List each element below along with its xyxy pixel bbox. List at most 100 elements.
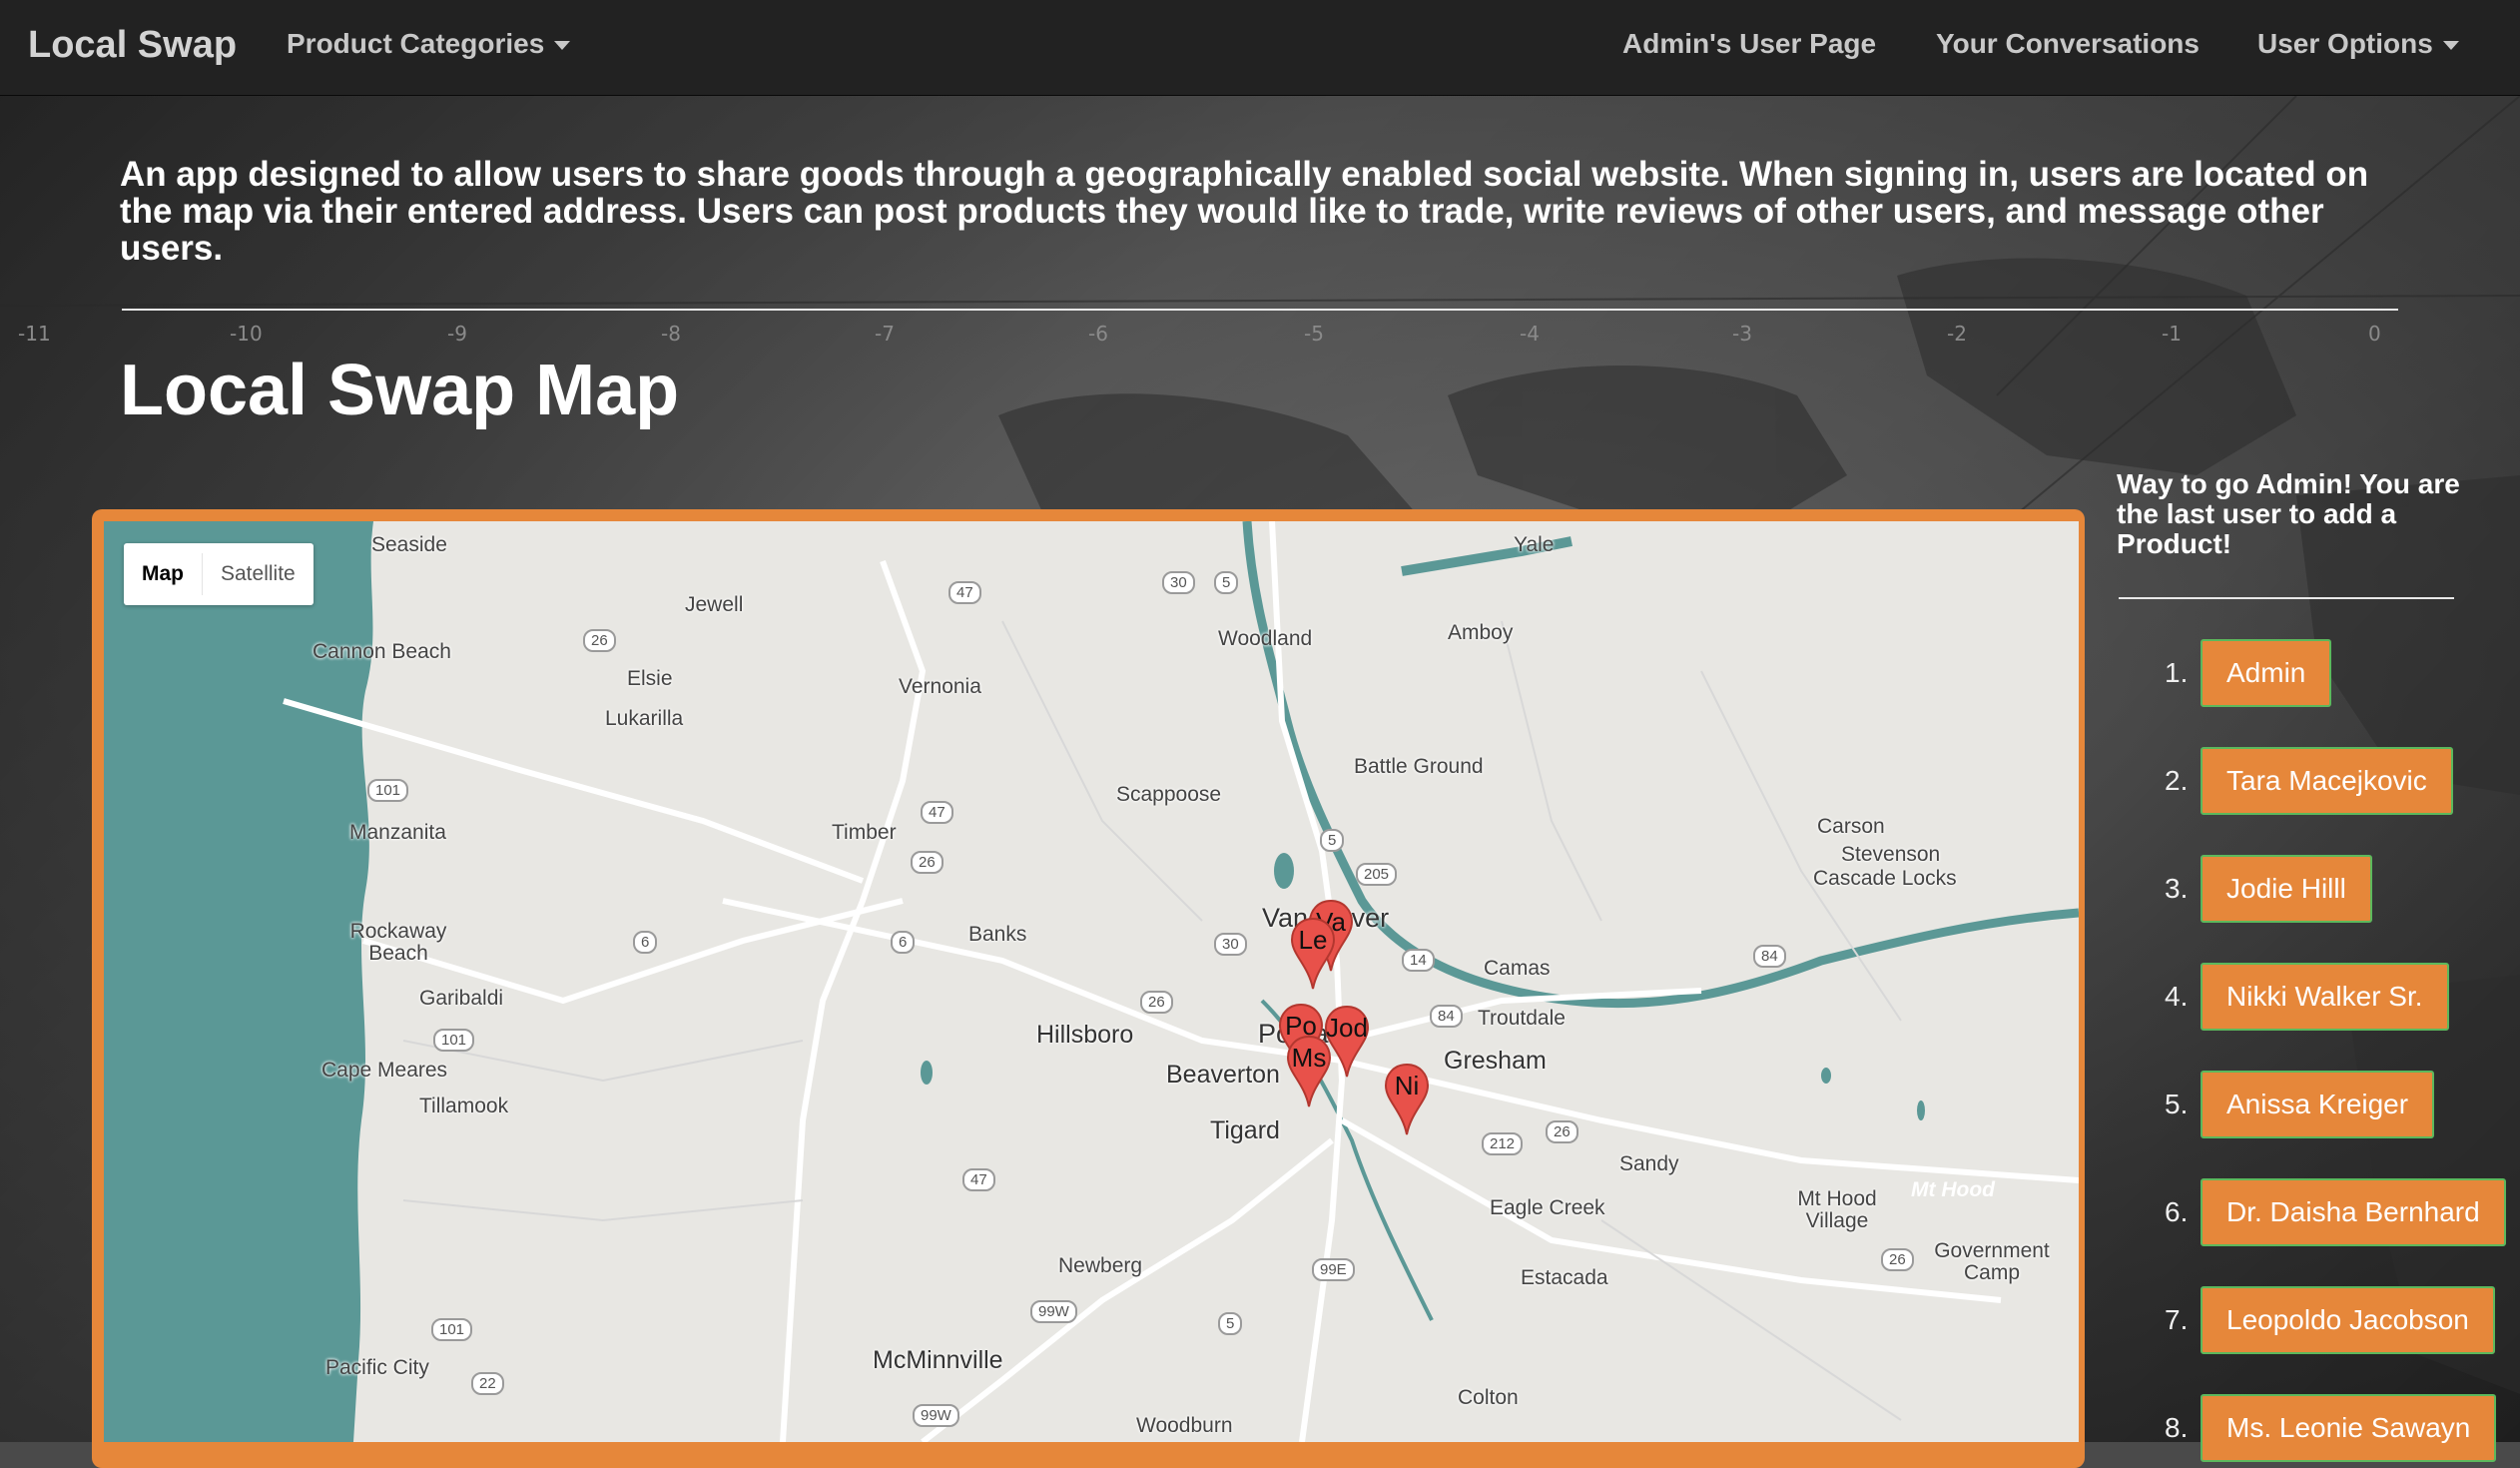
highway-shield: 101 [433,1029,475,1052]
map-label: Yale [1514,533,1555,556]
marker-label: Ms [1291,1043,1327,1073]
user-button[interactable]: Nikki Walker Sr. [2201,963,2449,1031]
map-label: Battle Ground [1354,755,1484,778]
map-label: Vernonia [899,675,981,698]
svg-text:-11: -11 [18,322,51,346]
highway-shield: 205 [1356,863,1398,886]
highway-shield: 6 [891,931,916,954]
map-label: Camas [1484,957,1551,980]
page-title: Local Swap Map [120,351,680,430]
brand-logo-link[interactable]: Local Swap [28,24,237,67]
svg-text:-4: -4 [1520,322,1540,346]
map-label: Rockaway Beach [349,920,447,965]
svg-text:-3: -3 [1732,322,1752,346]
svg-text:-9: -9 [447,322,467,346]
map-label: Woodland [1218,627,1313,650]
user-button[interactable]: Leopoldo Jacobson [2201,1286,2495,1354]
map-label: Cape Meares [321,1059,448,1082]
user-options-dropdown[interactable]: User Options [2257,28,2459,60]
list-number: 8. [2165,1412,2189,1443]
user-map-marker[interactable]: Ms [1286,1035,1332,1108]
list-number: 1. [2165,657,2189,688]
svg-text:0: 0 [2368,322,2381,346]
map-label: Elsie [627,667,673,690]
map-label: Jewell [685,593,744,616]
highway-shield: 22 [471,1372,504,1395]
user-button[interactable]: Dr. Daisha Bernhard [2201,1178,2506,1246]
highway-shield: 84 [1430,1005,1463,1028]
user-button-admin[interactable]: Admin [2201,639,2332,707]
highway-shield: 47 [921,801,953,824]
user-button[interactable]: Jodie Hilll [2201,855,2372,923]
marker-label: Le [1298,925,1328,955]
your-conversations-link[interactable]: Your Conversations [1936,28,2200,60]
highway-shield: 5 [1320,829,1345,852]
map-label: Cannon Beach [313,640,451,663]
divider [122,309,2398,311]
map-label: Cascade Locks [1813,867,1957,890]
list-number: 7. [2165,1304,2189,1335]
map-label: Hillsboro [1036,1021,1134,1049]
highway-shield: 26 [1881,1248,1914,1271]
last-user-message: Way to go Admin! You are the last user t… [2117,468,2460,559]
map-label: Estacada [1521,1266,1608,1289]
highway-shield: 99W [913,1404,959,1427]
map-type-toggle: Map Satellite [124,543,314,605]
map-label: Colton [1458,1386,1519,1409]
svg-text:-1: -1 [2162,322,2182,346]
map-label: Carson [1817,815,1885,838]
map-label: Eagle Creek [1490,1196,1605,1219]
highway-shield: 5 [1214,571,1239,594]
list-number: 5. [2165,1089,2189,1119]
highway-shield: 26 [1140,991,1173,1014]
map-label: Pacific City [325,1356,429,1379]
map-label: Woodburn [1136,1414,1233,1437]
google-map[interactable]: Map Satellite Seaside Jewell Cannon Beac… [104,521,2079,1442]
admin-user-page-link[interactable]: Admin's User Page [1622,28,1876,60]
highway-shield: 101 [367,779,409,802]
map-label: Manzanita [349,821,446,844]
highway-shield: 6 [633,931,658,954]
svg-text:-7: -7 [875,322,895,346]
highway-shield: 99W [1030,1300,1077,1323]
map-label: Timber [832,821,897,844]
map-label: Mt Hood Village [1797,1187,1877,1232]
map-label: Mt Hood [1911,1178,1995,1201]
highway-shield: 47 [962,1168,995,1191]
user-button[interactable]: Anissa Kreiger [2201,1071,2435,1138]
map-label: Gresham [1444,1047,1547,1075]
user-map-marker[interactable]: Ni [1384,1063,1430,1136]
highway-shield: 14 [1402,949,1435,972]
marker-label: Ni [1394,1071,1420,1101]
highway-shield: 30 [1214,933,1247,956]
user-map-marker[interactable]: Le [1290,917,1336,991]
highway-shield: 101 [431,1318,473,1341]
product-categories-label: Product Categories [287,28,545,59]
list-number: 6. [2165,1196,2189,1227]
caret-down-icon [2442,41,2459,51]
list-number: 4. [2165,981,2189,1012]
user-button[interactable]: Ms. Leonie Sawayn [2201,1394,2497,1462]
highway-shield: 30 [1162,571,1195,594]
app-description: An app designed to allow users to share … [120,155,2369,268]
highway-shield: 26 [911,851,944,874]
map-label: Lukarilla [605,707,684,730]
highway-shield: 26 [583,629,616,652]
top-navbar: Local Swap Product Categories Admin's Us… [0,0,2520,96]
highway-shield: 47 [948,581,981,604]
map-view-button[interactable]: Map [124,543,202,605]
highway-shield: 26 [1546,1120,1578,1143]
product-categories-dropdown[interactable]: Product Categories [287,28,571,60]
user-button[interactable]: Tara Macejkovic [2201,747,2453,815]
satellite-view-button[interactable]: Satellite [203,543,314,605]
highway-shield: 5 [1218,1312,1243,1335]
caret-down-icon [554,41,571,51]
map-label: Troutdale [1478,1007,1566,1030]
list-number: 3. [2165,873,2189,904]
map-label: Banks [968,923,1027,946]
highway-shield: 212 [1482,1132,1524,1155]
svg-text:-6: -6 [1088,322,1108,346]
svg-text:-5: -5 [1304,322,1324,346]
highway-shield: 99E [1312,1258,1355,1281]
map-label: Seaside [371,533,447,556]
